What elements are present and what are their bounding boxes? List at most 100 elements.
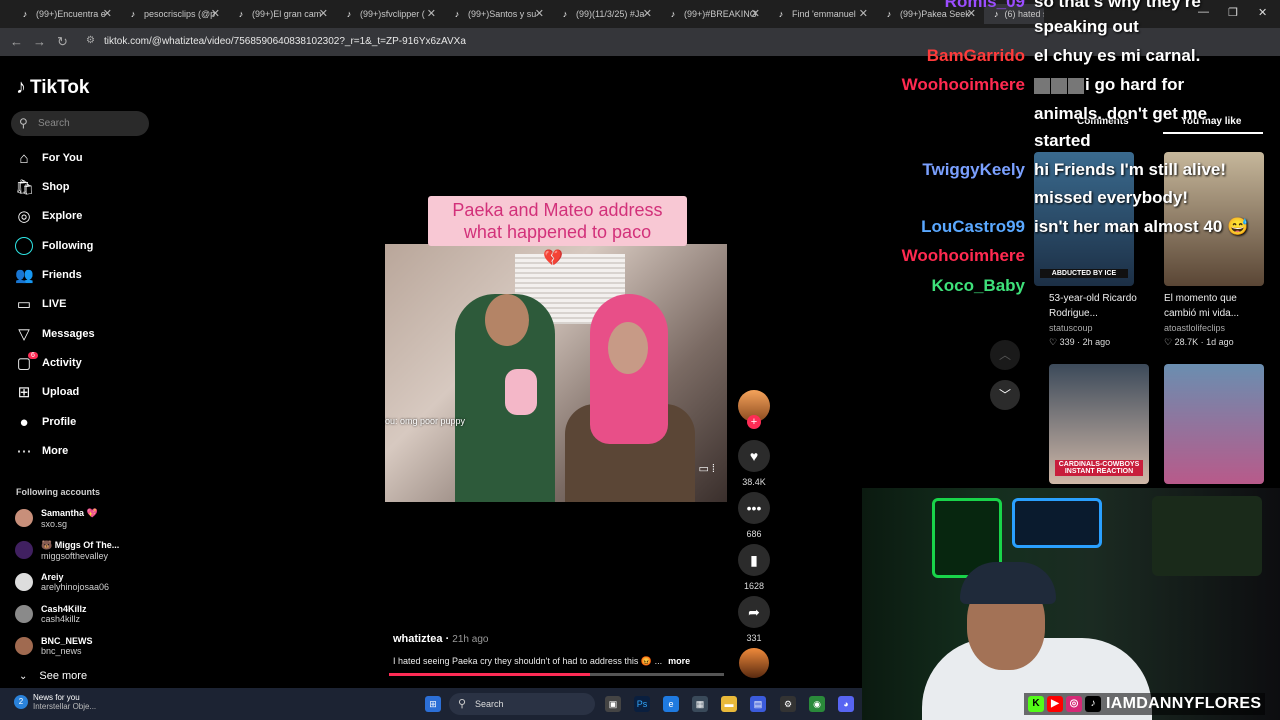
- browser-tab[interactable]: ♪ (99+)Santos y su ✕: [442, 4, 550, 24]
- nav-upload[interactable]: ⊞ Upload: [15, 382, 80, 402]
- nav-following[interactable]: Following: [15, 236, 93, 256]
- close-window-icon[interactable]: ✕: [1258, 6, 1267, 19]
- chat-message: speaking out: [1034, 17, 1139, 36]
- back-icon[interactable]: ←: [10, 34, 23, 49]
- edge-icon[interactable]: e: [663, 696, 679, 712]
- close-tab-icon[interactable]: ✕: [643, 7, 652, 20]
- next-video-button[interactable]: ﹀: [990, 380, 1020, 410]
- following-account[interactable]: BNC_NEWS bnc_news: [15, 633, 93, 659]
- nav-label: Profile: [42, 416, 77, 428]
- chat-username: Woohooimhere: [901, 75, 1025, 94]
- close-tab-icon[interactable]: ✕: [103, 7, 112, 20]
- comment-button[interactable]: ••• 686: [737, 492, 771, 539]
- browser-tab[interactable]: ♪ (99+)Encuentra e ✕: [10, 4, 118, 24]
- following-account[interactable]: Cash4Killz cash4killz: [15, 601, 87, 627]
- nav-explore[interactable]: ◎ Explore: [15, 206, 82, 226]
- more-link[interactable]: more: [668, 656, 690, 666]
- author-name[interactable]: whatiztea: [393, 633, 443, 645]
- close-tab-icon[interactable]: ✕: [535, 7, 544, 20]
- following-account[interactable]: 🐻 Miggs Of The... miggsofthevalley: [15, 537, 119, 563]
- recommended-author[interactable]: atoastlolifeclips: [1164, 323, 1225, 333]
- heart-icon: ♥: [738, 440, 770, 472]
- post-time: 21h ago: [452, 634, 489, 645]
- video-progress-bar[interactable]: [389, 673, 724, 676]
- nav-live[interactable]: ▭ LIVE: [15, 294, 67, 314]
- video-author[interactable]: whatiztea · 21h ago: [393, 633, 488, 645]
- close-tab-icon[interactable]: ✕: [211, 7, 220, 20]
- store-icon[interactable]: ▦: [692, 696, 708, 712]
- tiktok-favicon-icon: ♪: [22, 9, 28, 19]
- chat-message: i go hard for: [1085, 75, 1185, 94]
- close-tab-icon[interactable]: ✕: [427, 7, 436, 20]
- recommended-video-thumb[interactable]: [1164, 364, 1264, 484]
- like-button[interactable]: ♥ 38.4K: [737, 440, 771, 487]
- url-field[interactable]: tiktok.com/@whatiztea/video/756859064083…: [104, 36, 466, 47]
- browser-tab[interactable]: ♪ (99+)sfvclipper (✕: [334, 4, 442, 24]
- video-caption: ou: omg poor puppy: [385, 416, 466, 426]
- video-description: I hated seeing Paeka cry they shouldn't …: [393, 656, 690, 667]
- site-info-icon[interactable]: ⚙: [86, 35, 95, 46]
- reload-icon[interactable]: ↻: [57, 34, 68, 50]
- recommended-video-thumb[interactable]: CARDINALS-COWBOYS INSTANT REACTION: [1049, 364, 1149, 484]
- windows-start-icon[interactable]: ⊞: [425, 696, 441, 712]
- home-icon: ⌂: [19, 149, 29, 167]
- tab-label: Find 'emmanuel: [792, 9, 856, 19]
- account-handle: miggsofthevalley: [41, 550, 109, 561]
- maximize-icon[interactable]: ❐: [1228, 6, 1238, 19]
- recommended-author[interactable]: statuscoup: [1049, 323, 1093, 333]
- tiktok-logo[interactable]: ♪ TikTok: [16, 76, 89, 99]
- file-explorer-icon[interactable]: ▬: [721, 696, 737, 712]
- settings-icon[interactable]: ⚙: [780, 696, 796, 712]
- previous-video-button[interactable]: ︿: [990, 340, 1020, 370]
- see-more-button[interactable]: ⌄ See more: [19, 670, 87, 682]
- comment-icon: •••: [738, 492, 770, 524]
- following-account[interactable]: Areiy arelyhinojosaa06: [15, 569, 109, 595]
- comment-count: 686: [746, 529, 762, 539]
- browser-tab[interactable]: ♪ (99+)El gran cam ✕: [226, 4, 334, 24]
- chat-username: Koco_Baby: [931, 276, 1025, 295]
- recommended-title[interactable]: El momento que cambió mi vida...: [1164, 291, 1264, 321]
- recommended-title[interactable]: 53-year-old Ricardo Rodrigue...: [1049, 291, 1149, 321]
- task-view-icon[interactable]: ▣: [605, 696, 621, 712]
- browser-tab[interactable]: ♪ (99+)#BREAKING ✕: [658, 4, 766, 24]
- music-disc[interactable]: [739, 648, 769, 678]
- description-text: I hated seeing Paeka cry they shouldn't …: [393, 656, 663, 666]
- taskbar-search[interactable]: ⚲ Search: [449, 693, 595, 715]
- save-button[interactable]: ▮ 1628: [737, 544, 771, 591]
- account-handle: sxo.sg: [41, 518, 68, 529]
- active-tab-indicator: [1163, 132, 1263, 134]
- nav-profile[interactable]: ● Profile: [15, 412, 76, 432]
- captions-icon[interactable]: ▭ ⁞: [698, 462, 715, 475]
- forward-icon[interactable]: →: [33, 34, 46, 49]
- tiktok-note-icon: ♪: [16, 76, 26, 98]
- photoshop-icon[interactable]: Ps: [634, 696, 650, 712]
- close-tab-icon[interactable]: ✕: [751, 7, 760, 20]
- nav-messages[interactable]: ▽ Messages: [15, 324, 94, 344]
- share-button[interactable]: ➦ 331: [737, 596, 771, 643]
- nav-more[interactable]: ⋯ More: [15, 441, 69, 461]
- nav-activity[interactable]: ▢ 6 Activity: [15, 352, 82, 373]
- instagram-icon: ◎: [1066, 696, 1082, 712]
- app-icon[interactable]: ▤: [750, 696, 766, 712]
- close-tab-icon[interactable]: ✕: [319, 7, 328, 20]
- nav-shop[interactable]: 🛍 Shop: [15, 177, 70, 197]
- follow-plus-icon[interactable]: +: [747, 415, 761, 429]
- chat-username: Romis_09: [944, 0, 1025, 11]
- nav-friends[interactable]: 👥 Friends: [15, 265, 82, 285]
- video-player[interactable]: ou: omg poor puppy ▭ ⁞: [385, 244, 727, 502]
- chevron-up-icon: ︿: [998, 348, 1011, 362]
- search-input[interactable]: ⚲ Search: [11, 111, 149, 136]
- recommended-time: 2h ago: [1082, 337, 1111, 347]
- emote-icon: [1034, 77, 1050, 94]
- discord-icon[interactable]: ◕: [838, 696, 854, 712]
- activity-icon: ▢ 6: [15, 352, 38, 372]
- chat-message: hi Friends I'm still alive!: [1034, 160, 1227, 179]
- browser-tab[interactable]: ♪ pesocrisclips (@p ✕: [118, 4, 226, 24]
- browser-tab[interactable]: ♪ (99)(11/3/25) #Ja ✕: [550, 4, 658, 24]
- chrome-icon[interactable]: ◉: [809, 696, 825, 712]
- following-account[interactable]: Samantha 💖 sxo.sg: [15, 505, 98, 531]
- broken-heart-emoji: 💔: [543, 250, 563, 267]
- news-widget[interactable]: 2 News for you Interstellar Obje...: [14, 693, 96, 711]
- nav-for-you[interactable]: ⌂ For You: [15, 148, 82, 168]
- browser-tab[interactable]: ♪ Find 'emmanuel ✕: [766, 4, 874, 24]
